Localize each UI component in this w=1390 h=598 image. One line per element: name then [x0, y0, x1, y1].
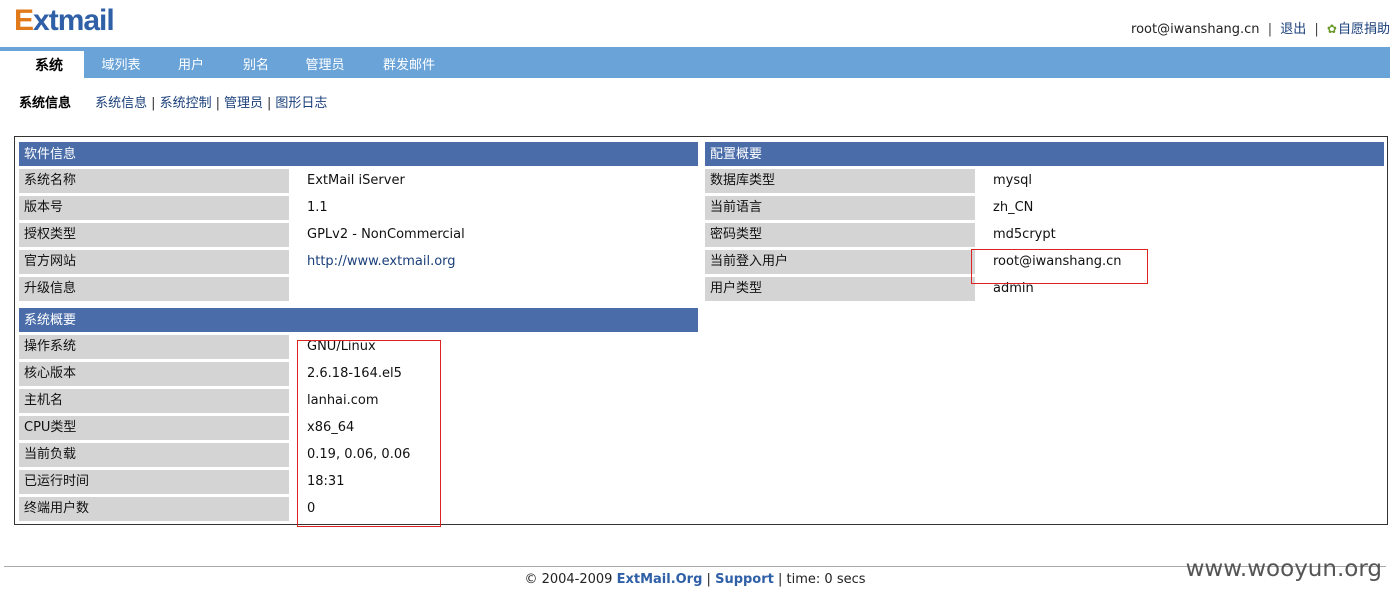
highlight-box-login-user: [971, 249, 1148, 284]
row-label: 升级信息: [19, 277, 289, 301]
extmail-logo[interactable]: Extmail: [14, 4, 115, 38]
separator: |: [151, 96, 156, 111]
separator: |: [1267, 22, 1273, 37]
row-label: 操作系统: [19, 335, 289, 359]
subnav-graph-log[interactable]: 图形日志: [275, 96, 327, 111]
copyright: © 2004-2009: [524, 572, 613, 587]
donate-link[interactable]: 自愿捐助: [1338, 22, 1390, 37]
row-label: 密码类型: [705, 223, 975, 247]
logo-first-letter: E: [14, 4, 34, 37]
row-value: 1.1: [307, 200, 328, 215]
tab-aliases[interactable]: 别名: [233, 51, 279, 78]
subnav-system-info[interactable]: 系统信息: [95, 96, 147, 111]
row-label: 版本号: [19, 196, 289, 220]
footer: © 2004-2009 ExtMail.Org | Support | time…: [0, 572, 1390, 587]
separator: |: [266, 96, 272, 111]
row-value: http://www.extmail.org: [307, 251, 456, 275]
row-label: 用户类型: [705, 277, 975, 301]
config-summary-header: 配置概要: [705, 142, 1384, 166]
row-value: zh_CN: [993, 200, 1034, 215]
row-label: 当前登入用户: [705, 250, 975, 274]
row-label: 当前负载: [19, 443, 289, 467]
sub-nav: 系统信息 系统信息 | 系统控制 | 管理员 | 图形日志: [19, 92, 327, 111]
row-label: 当前语言: [705, 196, 975, 220]
subnav-system-control[interactable]: 系统控制: [160, 96, 212, 111]
row-value: md5crypt: [993, 227, 1056, 242]
subnav-admins[interactable]: 管理员: [224, 96, 263, 111]
row-label: 授权类型: [19, 223, 289, 247]
tab-admins[interactable]: 管理员: [299, 51, 351, 78]
current-user: root@iwanshang.cn: [1131, 22, 1260, 37]
row-value: ExtMail iServer: [307, 173, 405, 188]
footer-divider: [4, 566, 1386, 567]
tab-users[interactable]: 用户: [168, 51, 214, 78]
row-value: GPLv2 - NonCommercial: [307, 227, 465, 242]
gear-icon: ✿: [1326, 22, 1337, 36]
row-label: 核心版本: [19, 362, 289, 386]
row-label: 主机名: [19, 389, 289, 413]
page-title: 系统信息: [19, 96, 72, 111]
system-summary-header: 系统概要: [19, 308, 698, 332]
main-nav: 系统 域列表 用户 别名 管理员 群发邮件: [14, 51, 1390, 78]
row-value: mysql: [993, 173, 1032, 188]
tab-domains[interactable]: 域列表: [92, 51, 150, 78]
top-bar: Extmail root@iwanshang.cn | 退出 | ✿自愿捐助: [0, 0, 1390, 48]
row-label: CPU类型: [19, 416, 289, 440]
tab-system[interactable]: 系统: [14, 51, 84, 78]
separator: |: [706, 572, 711, 587]
user-bar: root@iwanshang.cn | 退出 | ✿自愿捐助: [1131, 18, 1390, 37]
official-site-link[interactable]: http://www.extmail.org: [307, 254, 456, 269]
render-time: time: 0 secs: [786, 572, 866, 587]
separator: |: [215, 96, 220, 111]
support-link[interactable]: Support: [715, 572, 774, 587]
tab-mass-mail[interactable]: 群发邮件: [376, 51, 442, 78]
extmail-org-link[interactable]: ExtMail.Org: [617, 572, 703, 587]
logout-link[interactable]: 退出: [1280, 22, 1306, 37]
software-info-header: 软件信息: [19, 142, 698, 166]
logo-text: xtmail: [33, 4, 115, 37]
row-label: 已运行时间: [19, 470, 289, 494]
row-label: 系统名称: [19, 169, 289, 193]
watermark: www.wooyun.org: [1185, 556, 1382, 582]
separator: |: [1314, 22, 1319, 37]
row-label: 官方网站: [19, 250, 289, 274]
separator: |: [778, 572, 783, 587]
row-label: 终端用户数: [19, 497, 289, 521]
row-label: 数据库类型: [705, 169, 975, 193]
highlight-box-system: [297, 340, 441, 527]
